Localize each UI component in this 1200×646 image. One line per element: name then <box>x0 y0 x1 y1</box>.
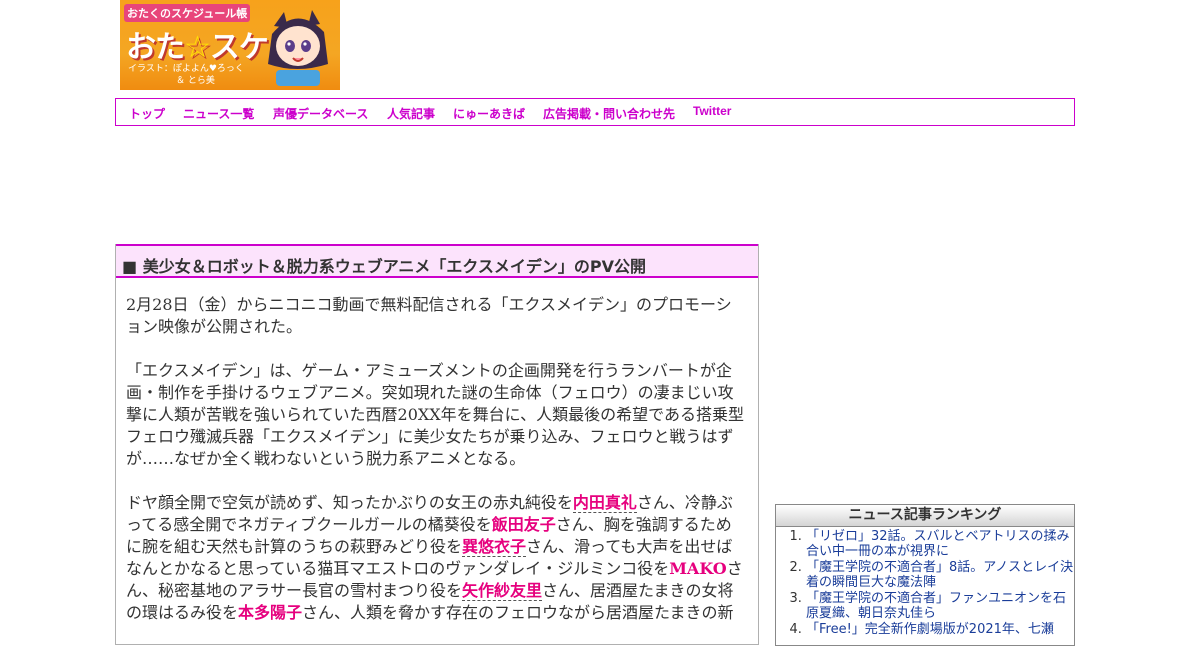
actor-link-iida-yuko[interactable]: 飯田友子 <box>492 515 556 534</box>
star-icon: ☆ <box>184 30 211 65</box>
nav-advertise-contact[interactable]: 広告掲載・問い合わせ先 <box>543 105 675 122</box>
actor-link-mako[interactable]: MAKO <box>669 559 727 578</box>
site-logo[interactable]: おたくのスケジュール帳 おた☆スケ イラスト：ぽよよん♥ろっく ＆ とら美 <box>120 0 340 90</box>
nav-popular[interactable]: 人気記事 <box>387 105 435 122</box>
nav-top[interactable]: トップ <box>129 105 165 122</box>
mascot-illustration <box>268 10 328 86</box>
ranking-link[interactable]: 「魔王学院の不適合者」8話。アノスとレイ決着の瞬間巨大な魔法陣 <box>806 560 1073 590</box>
ranking-item: 「リゼロ」32話。スバルとベアトリスの揉み合い中一冊の本が視界に <box>806 529 1074 559</box>
logo-credit: イラスト：ぽよよん♥ろっく ＆ とら美 <box>128 64 244 86</box>
ranking-list: 「リゼロ」32話。スバルとベアトリスの揉み合い中一冊の本が視界に 「魔王学院の不… <box>776 529 1074 637</box>
ranking-link[interactable]: 「魔王学院の不適合者」ファンユニオンを石原夏織、朝日奈丸佳ら <box>806 591 1066 621</box>
logo-title: おた☆スケ <box>126 30 269 65</box>
news-article: ■ 美少女＆ロボット＆脱力系ウェブアニメ「エクスメイデン」のPV公開 2月28日… <box>115 244 759 645</box>
article-paragraph: 「エクスメイデン」は、ゲーム・アミューズメントの企画開発を行うランバートが企画・… <box>126 361 745 468</box>
article-header: ■ 美少女＆ロボット＆脱力系ウェブアニメ「エクスメイデン」のPV公開 <box>116 244 758 278</box>
article-body: 2月28日（金）からニコニコ動画で無料配信される「エクスメイデン」のプロモーショ… <box>126 294 746 646</box>
news-ranking-widget: ニュース記事ランキング 「リゼロ」32話。スバルとベアトリスの揉み合い中一冊の本… <box>775 504 1075 646</box>
nav-news-list[interactable]: ニュース一覧 <box>183 105 254 122</box>
actor-link-honda-yoko[interactable]: 本多陽子 <box>238 603 302 622</box>
article-paragraph: 2月28日（金）からニコニコ動画で無料配信される「エクスメイデン」のプロモーショ… <box>126 295 732 336</box>
nav-new-akiba[interactable]: にゅーあきば <box>453 105 525 122</box>
nav-twitter[interactable]: Twitter <box>693 104 731 118</box>
global-nav: トップ ニュース一覧 声優データベース 人気記事 にゅーあきば 広告掲載・問い合… <box>115 98 1075 126</box>
ranking-title: ニュース記事ランキング <box>776 505 1074 527</box>
ranking-item: 「魔王学院の不適合者」8話。アノスとレイ決着の瞬間巨大な魔法陣 <box>806 560 1074 590</box>
article-title: ■ 美少女＆ロボット＆脱力系ウェブアニメ「エクスメイデン」のPV公開 <box>122 257 646 276</box>
actor-link-tatsumi-yuiko[interactable]: 巽悠衣子 <box>462 537 527 557</box>
actor-link-uchida-maaya[interactable]: 内田真礼 <box>572 493 637 513</box>
article-paragraph: ドヤ顔全開で空気が読めず、知ったかぶりの女王の赤丸純役を内田真礼さん、冷静ぶって… <box>126 493 743 622</box>
nav-voice-actor-db[interactable]: 声優データベース <box>273 105 368 122</box>
logo-tagline: おたくのスケジュール帳 <box>124 4 251 22</box>
ranking-item: 「魔王学院の不適合者」ファンユニオンを石原夏織、朝日奈丸佳ら <box>806 591 1074 621</box>
ranking-link[interactable]: 「リゼロ」32話。スバルとベアトリスの揉み合い中一冊の本が視界に <box>806 529 1070 559</box>
actor-link-yahagi-sayuri[interactable]: 矢作紗友里 <box>462 581 543 601</box>
